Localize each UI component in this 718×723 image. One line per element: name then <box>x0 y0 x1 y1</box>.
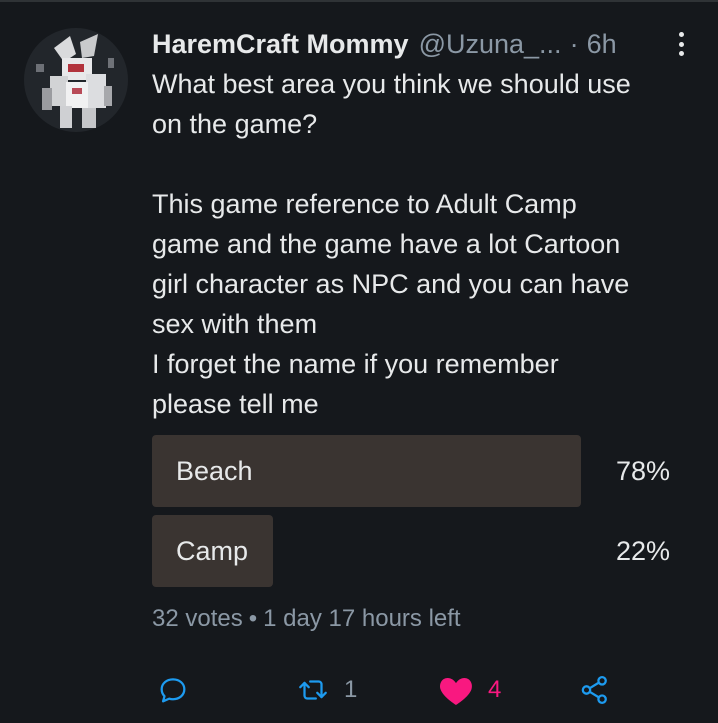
tweet-text-line: This game reference to Adult Camp <box>152 189 577 219</box>
tweet-actions: 1 4 <box>152 670 622 710</box>
more-dot-icon <box>678 32 684 37</box>
poll: Beach 78% Camp 22% <box>152 435 670 595</box>
tweet-text-line: girl character as NPC and you can have <box>152 269 630 299</box>
poll-option-label: Beach <box>176 456 253 486</box>
tweet-timestamp[interactable]: 6h <box>587 26 617 62</box>
more-options-button[interactable] <box>669 30 693 58</box>
poll-option-label: Camp <box>176 536 249 566</box>
tweet-text-line: please tell me <box>152 389 319 419</box>
reply-button[interactable] <box>156 670 190 710</box>
tweet-text-line: on the game? <box>152 109 318 139</box>
heart-icon <box>440 678 472 705</box>
avatar-robot-image <box>24 28 128 132</box>
display-name[interactable]: HaremCraft Mommy <box>152 26 409 62</box>
top-divider <box>0 0 718 2</box>
poll-option-percent: 78% <box>615 456 670 486</box>
tweet-text-line: What best area you think we should use <box>152 69 631 99</box>
tweet-header: HaremCraft Mommy @Uzuna_... · 6h <box>152 26 692 62</box>
poll-option-camp[interactable]: Camp 22% <box>152 515 670 587</box>
retweet-icon <box>299 680 327 700</box>
like-button[interactable]: 4 <box>438 670 501 710</box>
user-handle[interactable]: @Uzuna_... <box>419 26 562 62</box>
tweet-text: What best area you think we should use o… <box>152 64 692 424</box>
retweet-button[interactable]: 1 <box>296 670 357 710</box>
share-button[interactable] <box>578 670 612 710</box>
share-icon <box>581 675 607 705</box>
like-count: 4 <box>488 676 502 703</box>
poll-meta: 32 votes • 1 day 17 hours left <box>152 602 461 636</box>
retweet-count: 1 <box>344 676 358 703</box>
more-dot-icon <box>678 41 684 47</box>
tweet-text-line: I forget the name if you remember <box>152 349 559 379</box>
avatar[interactable] <box>24 28 128 132</box>
reply-icon <box>160 678 186 703</box>
tweet-text-line: game and the game have a lot Cartoon <box>152 229 621 259</box>
header-separator: · <box>569 29 579 59</box>
poll-time-left: 1 day 17 hours left <box>263 605 461 632</box>
poll-option-beach[interactable]: Beach 78% <box>152 435 670 507</box>
poll-option-percent: 22% <box>615 536 670 566</box>
tweet-text-line: sex with them <box>152 309 318 339</box>
poll-meta-separator: • <box>248 605 258 632</box>
more-dot-icon <box>678 51 684 56</box>
poll-vote-count: 32 votes <box>152 605 243 632</box>
